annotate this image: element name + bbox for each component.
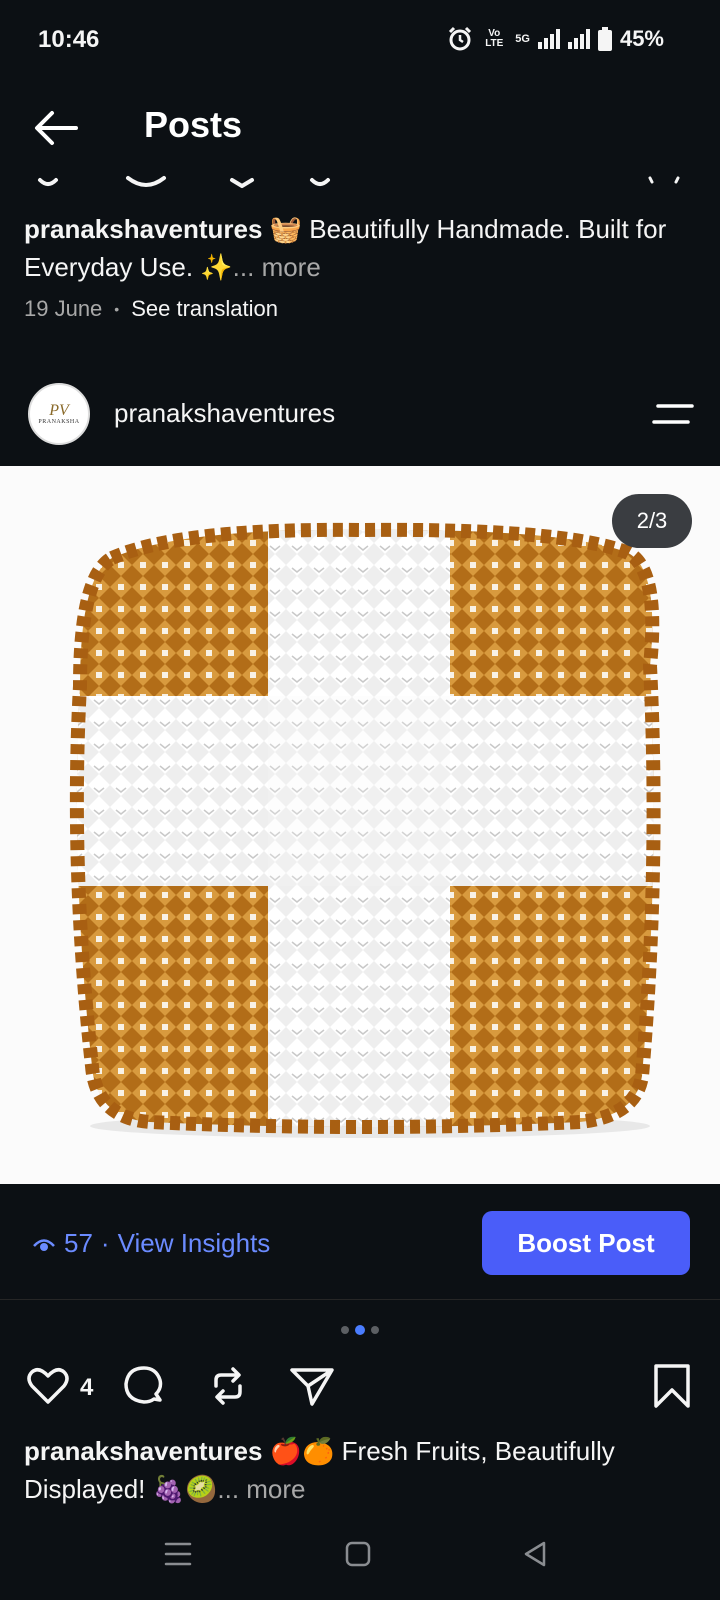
arrow-left-icon xyxy=(35,111,78,145)
save-button[interactable] xyxy=(648,1362,696,1410)
recents-button[interactable] xyxy=(160,1538,196,1570)
post-header: PV PRANAKSHA pranakshaventures xyxy=(0,380,720,450)
avatar[interactable]: PV PRANAKSHA xyxy=(28,383,90,445)
signal-icon-2 xyxy=(567,29,590,49)
system-navigation-bar xyxy=(0,1510,720,1600)
caption-more-link[interactable]: ... more xyxy=(217,1474,305,1504)
comment-icon xyxy=(124,1366,163,1404)
repost-icon xyxy=(214,1367,242,1405)
image-counter: 2/3 xyxy=(612,494,692,548)
post-username[interactable]: pranakshaventures xyxy=(114,398,335,429)
previous-post-caption: pranakshaventures 🧺 Beautifully Handmade… xyxy=(24,210,696,286)
caption-username[interactable]: pranakshaventures xyxy=(24,1436,262,1466)
status-time: 10:46 xyxy=(38,26,100,53)
carousel-indicator xyxy=(0,1325,720,1335)
alarm-icon xyxy=(449,26,472,51)
see-translation-link[interactable]: See translation xyxy=(131,296,278,322)
caption-username[interactable]: pranakshaventures xyxy=(24,214,262,244)
bookmark-icon xyxy=(654,1364,690,1408)
app-header: Posts xyxy=(0,84,720,172)
insights-label: View Insights xyxy=(117,1228,271,1258)
post-actions: 4 xyxy=(0,1362,720,1414)
network-type: 5G xyxy=(515,33,530,45)
home-icon xyxy=(345,1541,371,1567)
heart-icon xyxy=(27,1368,69,1404)
home-button[interactable] xyxy=(340,1538,376,1570)
previous-post-meta: 19 June • See translation xyxy=(24,296,278,322)
caption-more-link[interactable]: ... more xyxy=(233,252,321,282)
insights-separator: · xyxy=(100,1228,110,1258)
status-icons: Vo LTE 5G 45% xyxy=(447,26,664,52)
post-caption: pranakshaventures 🍎🍊 Fresh Fruits, Beaut… xyxy=(24,1432,696,1508)
battery-percent: 45% xyxy=(619,26,664,51)
back-button[interactable] xyxy=(28,104,84,152)
comment-button[interactable] xyxy=(120,1362,168,1410)
post-menu-button[interactable] xyxy=(652,402,696,428)
recents-icon xyxy=(164,1542,192,1566)
previous-post-actions-peek xyxy=(0,172,720,192)
insights-row: 57 · View Insights Boost Post xyxy=(0,1184,720,1300)
status-bar: 10:46 Vo LTE 5G 45% xyxy=(0,0,720,84)
woven-basket-image xyxy=(0,466,720,1184)
carousel-dot xyxy=(371,1326,379,1334)
volte-indicator: Vo LTE xyxy=(485,28,504,49)
share-button[interactable] xyxy=(288,1362,336,1410)
send-icon xyxy=(290,1368,334,1406)
boost-post-button[interactable]: Boost Post xyxy=(482,1211,690,1275)
post-date: 19 June xyxy=(24,296,103,321)
view-insights-link[interactable]: 57 · View Insights xyxy=(32,1228,270,1259)
battery-icon xyxy=(597,27,612,51)
eye-icon xyxy=(33,1238,55,1251)
views-count: 57 xyxy=(64,1228,93,1258)
triangle-back-icon xyxy=(524,1541,546,1567)
avatar-brand: PRANAKSHA xyxy=(38,419,80,425)
carousel-dot-active xyxy=(355,1325,365,1335)
carousel-dot xyxy=(341,1326,349,1334)
menu-lines-icon xyxy=(652,404,694,424)
avatar-initials: PV xyxy=(49,402,69,419)
page-title: Posts xyxy=(144,104,243,145)
repost-button[interactable] xyxy=(204,1362,252,1410)
meta-separator: • xyxy=(114,301,120,317)
post-image[interactable]: 2/3 xyxy=(0,466,720,1184)
like-button[interactable] xyxy=(24,1362,72,1410)
back-nav-button[interactable] xyxy=(518,1538,554,1570)
signal-icon xyxy=(537,29,560,49)
like-count[interactable]: 4 xyxy=(80,1374,93,1402)
